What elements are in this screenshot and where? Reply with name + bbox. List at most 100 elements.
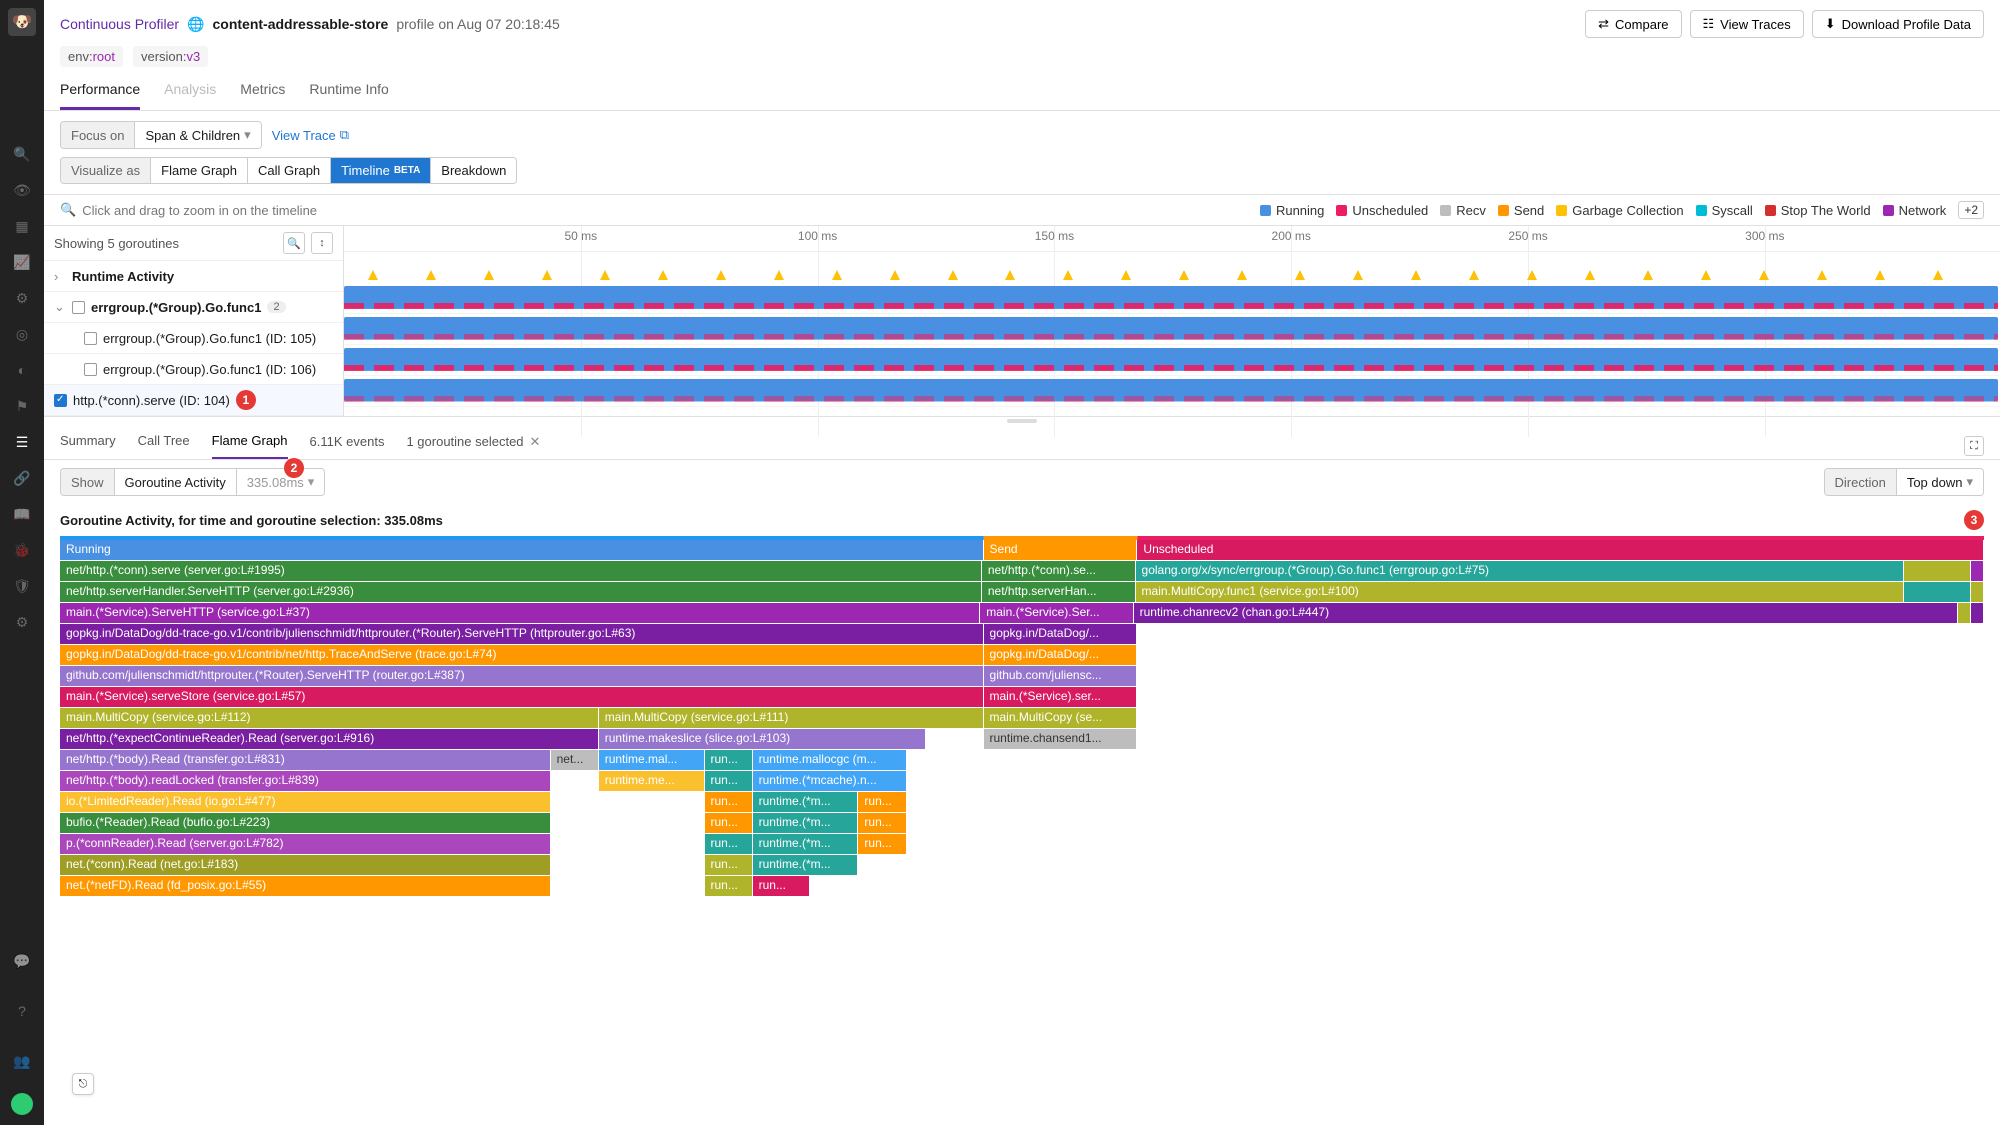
- flame-cell[interactable]: Running: [60, 540, 984, 560]
- flame-cell[interactable]: runtime.mallocgc (m...: [753, 750, 907, 770]
- bug-icon[interactable]: 🐞: [12, 540, 32, 560]
- gear-icon[interactable]: ⚙: [12, 612, 32, 632]
- flame-cell[interactable]: net...: [551, 750, 599, 770]
- flame-cell[interactable]: main.(*Service).Ser...: [980, 603, 1133, 623]
- flame-cell[interactable]: gopkg.in/DataDog/...: [984, 624, 1138, 644]
- flame-cell[interactable]: main.(*Service).serveStore (service.go:L…: [60, 687, 984, 707]
- search-goroutines-button[interactable]: 🔍: [283, 232, 305, 254]
- flame-cell[interactable]: runtime.chanrecv2 (chan.go:L#447): [1134, 603, 1958, 623]
- flame-cell[interactable]: run...: [705, 792, 753, 812]
- flame-cell[interactable]: runtime.(*m...: [753, 813, 859, 833]
- flame-graph[interactable]: Running Send Unscheduled net/http.(*conn…: [44, 540, 2000, 897]
- list-icon[interactable]: ☰: [12, 432, 32, 452]
- shield-icon[interactable]: 🛡: [12, 576, 32, 596]
- view-trace-link[interactable]: View Trace ⧉: [272, 127, 349, 143]
- tab-performance[interactable]: Performance: [60, 81, 140, 110]
- flame-cell[interactable]: net/http.(*conn).serve (server.go:L#1995…: [60, 561, 982, 581]
- checkbox-checked[interactable]: [54, 394, 67, 407]
- flame-cell[interactable]: main.MultiCopy (se...: [984, 708, 1138, 728]
- flame-cell[interactable]: runtime.(*mcache).n...: [753, 771, 907, 791]
- flame-cell[interactable]: p.(*connReader).Read (server.go:L#782): [60, 834, 551, 854]
- flame-cell[interactable]: [1971, 603, 1984, 623]
- flame-cell[interactable]: main.(*Service).ser...: [984, 687, 1138, 707]
- viz-timeline[interactable]: Timeline BETA: [331, 158, 431, 183]
- timeline-canvas[interactable]: 50 ms 100 ms 150 ms 200 ms 250 ms 300 ms: [344, 226, 2000, 416]
- close-icon[interactable]: ✕: [530, 434, 541, 450]
- logo[interactable]: 🐶: [8, 8, 36, 36]
- flame-cell[interactable]: net.(*netFD).Read (fd_posix.go:L#55): [60, 876, 551, 896]
- download-button[interactable]: ⬇Download Profile Data: [1812, 10, 1984, 38]
- checkbox[interactable]: [84, 363, 97, 376]
- goroutine-row-104[interactable]: http.(*conn).serve (ID: 104) 1: [44, 385, 343, 416]
- target-icon[interactable]: ◎: [12, 324, 32, 344]
- rum-icon[interactable]: ◐: [12, 360, 32, 380]
- flame-cell[interactable]: gopkg.in/DataDog/dd-trace-go.v1/contrib/…: [60, 624, 984, 644]
- flame-cell[interactable]: main.(*Service).ServeHTTP (service.go:L#…: [60, 603, 980, 623]
- flame-cell[interactable]: runtime.(*m...: [753, 792, 859, 812]
- flame-cell[interactable]: [1971, 582, 1984, 602]
- sort-goroutines-button[interactable]: ↕: [311, 232, 333, 254]
- flame-cell[interactable]: [1904, 561, 1971, 581]
- flame-cell[interactable]: run...: [705, 855, 753, 875]
- search-icon[interactable]: 🔍: [12, 144, 32, 164]
- flame-cell[interactable]: runtime.(*m...: [753, 855, 859, 875]
- flame-cell[interactable]: runtime.me...: [599, 771, 705, 791]
- flame-cell[interactable]: run...: [858, 792, 906, 812]
- binoculars-icon[interactable]: 👁: [12, 180, 32, 200]
- flame-cell[interactable]: main.MultiCopy.func1 (service.go:L#100): [1136, 582, 1904, 602]
- flame-cell[interactable]: run...: [705, 813, 753, 833]
- flame-cell[interactable]: gopkg.in/DataDog/dd-trace-go.v1/contrib/…: [60, 645, 984, 665]
- flame-cell[interactable]: net/http.(*conn).se...: [982, 561, 1136, 581]
- flame-cell[interactable]: run...: [705, 834, 753, 854]
- flame-cell[interactable]: net/http.(*expectContinueReader).Read (s…: [60, 729, 599, 749]
- chat-icon[interactable]: 💬: [12, 951, 32, 971]
- flame-cell[interactable]: net/http.(*body).Read (transfer.go:L#831…: [60, 750, 551, 770]
- resize-handle[interactable]: [44, 417, 2000, 425]
- flame-cell[interactable]: github.com/juliensc...: [984, 666, 1138, 686]
- flame-cell[interactable]: runtime.makeslice (slice.go:L#103): [599, 729, 926, 749]
- flame-cell[interactable]: run...: [753, 876, 811, 896]
- puzzle-icon[interactable]: ⚑: [12, 396, 32, 416]
- help-icon[interactable]: ?: [12, 1001, 32, 1021]
- goroutine-group-row[interactable]: ⌄ errgroup.(*Group).Go.func1 2: [44, 292, 343, 323]
- flame-cell[interactable]: run...: [705, 750, 753, 770]
- flame-cell[interactable]: io.(*LimitedReader).Read (io.go:L#477): [60, 792, 551, 812]
- compare-button[interactable]: ⇄Compare: [1585, 10, 1681, 38]
- flame-cell[interactable]: gopkg.in/DataDog/...: [984, 645, 1138, 665]
- flame-cell[interactable]: run...: [705, 771, 753, 791]
- flame-cell[interactable]: Send: [984, 540, 1138, 560]
- flame-cell[interactable]: [1958, 603, 1971, 623]
- flame-cell[interactable]: run...: [858, 834, 906, 854]
- checkbox[interactable]: [84, 332, 97, 345]
- flame-cell[interactable]: [1971, 561, 1984, 581]
- expand-button[interactable]: ⛶: [1964, 436, 1984, 456]
- runtime-activity-row[interactable]: › Runtime Activity: [44, 261, 343, 292]
- tab-summary[interactable]: Summary: [60, 433, 116, 459]
- chart-icon[interactable]: 📈: [12, 252, 32, 272]
- tab-metrics[interactable]: Metrics: [240, 81, 285, 110]
- services-icon[interactable]: ⚙: [12, 288, 32, 308]
- flame-cell[interactable]: bufio.(*Reader).Read (bufio.go:L#223): [60, 813, 551, 833]
- viz-call-graph[interactable]: Call Graph: [248, 158, 331, 183]
- flame-cell[interactable]: main.MultiCopy (service.go:L#111): [599, 708, 984, 728]
- flame-cell[interactable]: run...: [705, 876, 753, 896]
- link-icon[interactable]: 🔗: [12, 468, 32, 488]
- flame-cell[interactable]: github.com/julienschmidt/httprouter.(*Ro…: [60, 666, 984, 686]
- flame-cell[interactable]: runtime.chansend1...: [984, 729, 1138, 749]
- goroutine-row-106[interactable]: errgroup.(*Group).Go.func1 (ID: 106): [44, 354, 343, 385]
- flame-cell[interactable]: [1904, 582, 1971, 602]
- flame-cell[interactable]: Unscheduled: [1137, 540, 1984, 560]
- team-icon[interactable]: 👥: [12, 1051, 32, 1071]
- flame-cell[interactable]: net/http.serverHandler.ServeHTTP (server…: [60, 582, 982, 602]
- flame-cell[interactable]: runtime.mal...: [599, 750, 705, 770]
- flame-cell[interactable]: golang.org/x/sync/errgroup.(*Group).Go.f…: [1136, 561, 1904, 581]
- goroutine-row-105[interactable]: errgroup.(*Group).Go.func1 (ID: 105): [44, 323, 343, 354]
- tab-analysis[interactable]: Analysis: [164, 81, 216, 110]
- goroutine-selection[interactable]: 1 goroutine selected✕: [406, 434, 540, 459]
- viz-flame-graph[interactable]: Flame Graph: [151, 158, 248, 183]
- book-icon[interactable]: 📖: [12, 504, 32, 524]
- flame-cell[interactable]: run...: [858, 813, 906, 833]
- avatar[interactable]: [11, 1093, 33, 1115]
- env-tag[interactable]: env:root: [60, 46, 123, 67]
- flame-cell[interactable]: net/http.serverHan...: [982, 582, 1136, 602]
